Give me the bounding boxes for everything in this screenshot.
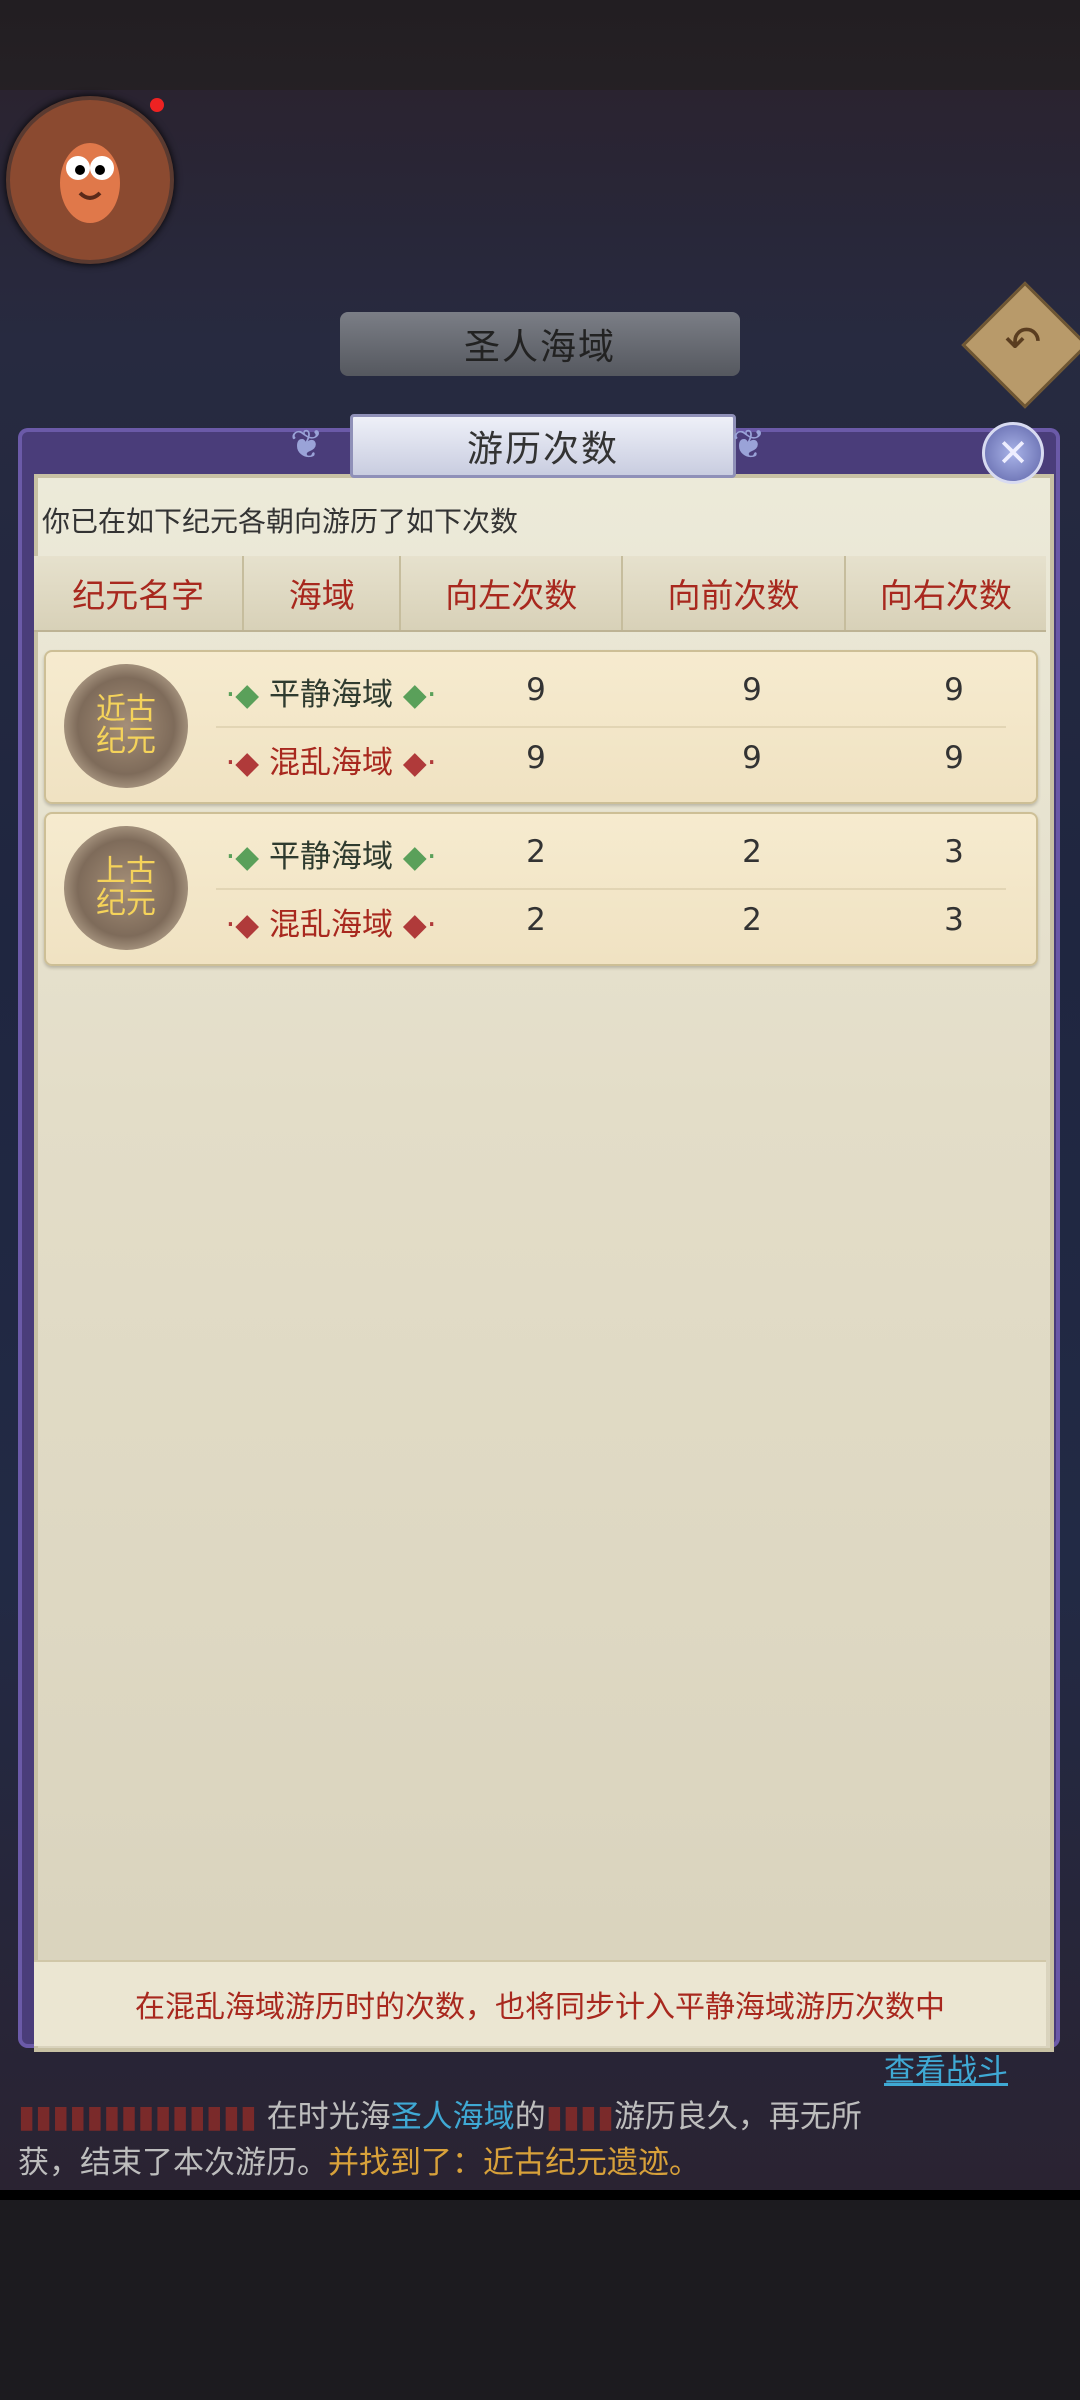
- notification-dot: [150, 98, 164, 112]
- sea-name: ·◆ 平静海域 ◆·: [225, 676, 437, 713]
- close-button[interactable]: ✕: [982, 422, 1044, 484]
- log-hidden-sea: ▮▮▮▮: [545, 2099, 614, 2135]
- table-header: 纪元名字 海域 向左次数 向前次数 向右次数: [34, 556, 1046, 632]
- count-right: 9: [944, 672, 964, 708]
- view-battle-link[interactable]: 查看战斗: [884, 2053, 1008, 2089]
- region-title: 圣人海域: [340, 312, 740, 376]
- count-front: 9: [742, 672, 762, 708]
- sea-row: ·◆ 平静海域 ◆·: [206, 820, 1026, 886]
- era-card: 近古 纪元 ·◆ 平静海域 ◆· 9 9 9 ·◆ 混乱海域 ◆· 9 9 9: [44, 650, 1038, 804]
- era-badge: 上古 纪元: [64, 826, 188, 950]
- count-right: 3: [944, 902, 964, 938]
- col-era-name: 纪元名字: [34, 556, 245, 630]
- log-region: 圣人海域: [390, 2099, 515, 2135]
- avatar-character-icon: [60, 143, 120, 223]
- era-name-line1: 近古: [96, 692, 156, 727]
- count-right: 9: [944, 740, 964, 776]
- era-name-line2: 纪元: [96, 886, 156, 921]
- col-sea: 海域: [244, 556, 402, 630]
- sea-name: ·◆ 混乱海域 ◆·: [225, 906, 437, 943]
- sea-row: ·◆ 混乱海域 ◆·: [206, 888, 1026, 954]
- count-left: 2: [526, 834, 546, 870]
- log-line-2: ▮▮▮▮▮▮▮▮▮▮▮▮▮▮ 在时光海圣人海域的▮▮▮▮游历良久，再无所: [18, 2094, 1068, 2140]
- log-text-prefix: 在时光海: [266, 2099, 391, 2135]
- count-left: 9: [526, 740, 546, 776]
- close-icon: ✕: [997, 431, 1029, 475]
- count-left: 2: [526, 902, 546, 938]
- footer-note: 在混乱海域游历时的次数，也将同步计入平静海域游历次数中: [34, 1960, 1046, 2046]
- log-text-suffix: 游历良久，再无所: [613, 2099, 862, 2135]
- count-right: 3: [944, 834, 964, 870]
- era-card: 上古 纪元 ·◆ 平静海域 ◆· 2 2 3 ·◆ 混乱海域 ◆· 2 2 3: [44, 812, 1038, 966]
- bottom-area: [0, 2200, 1080, 2400]
- event-log: 查看战斗 ▮▮▮▮▮▮▮▮▮▮▮▮▮▮ 在时光海圣人海域的▮▮▮▮游历良久，再无…: [18, 2048, 1068, 2186]
- sea-row: ·◆ 平静海域 ◆·: [206, 658, 1026, 724]
- sea-row: ·◆ 混乱海域 ◆·: [206, 726, 1026, 792]
- col-left: 向左次数: [401, 556, 624, 630]
- back-arrow-icon: ↶: [1004, 317, 1042, 368]
- era-badge: 近古 纪元: [64, 664, 188, 788]
- ornament-left-icon: ❦: [290, 422, 324, 468]
- log-text-end: 获，结束了本次游历。: [18, 2145, 328, 2181]
- sea-name: ·◆ 平静海域 ◆·: [225, 838, 437, 875]
- log-found: 并找到了：近古纪元遗迹。: [328, 2145, 700, 2181]
- log-line-1: 查看战斗: [18, 2048, 1068, 2094]
- era-name-line1: 上古: [96, 854, 156, 889]
- count-front: 2: [742, 902, 762, 938]
- log-text-mid: 的: [514, 2099, 546, 2135]
- log-line-3: 获，结束了本次游历。并找到了：近古纪元遗迹。: [18, 2140, 1068, 2186]
- log-hidden-date: ▮▮▮▮▮▮▮▮▮▮▮▮▮▮: [18, 2099, 257, 2135]
- player-avatar[interactable]: [6, 96, 174, 264]
- col-front: 向前次数: [623, 556, 846, 630]
- dialog-title: 游历次数: [350, 414, 736, 478]
- dialog-intro: 你已在如下纪元各朝向游历了如下次数: [42, 505, 519, 538]
- count-front: 2: [742, 834, 762, 870]
- era-name-line2: 纪元: [96, 724, 156, 759]
- ornament-right-icon: ❦: [732, 422, 766, 468]
- col-right: 向右次数: [879, 576, 1012, 615]
- count-front: 9: [742, 740, 762, 776]
- sea-name: ·◆ 混乱海域 ◆·: [225, 744, 437, 781]
- count-left: 9: [526, 672, 546, 708]
